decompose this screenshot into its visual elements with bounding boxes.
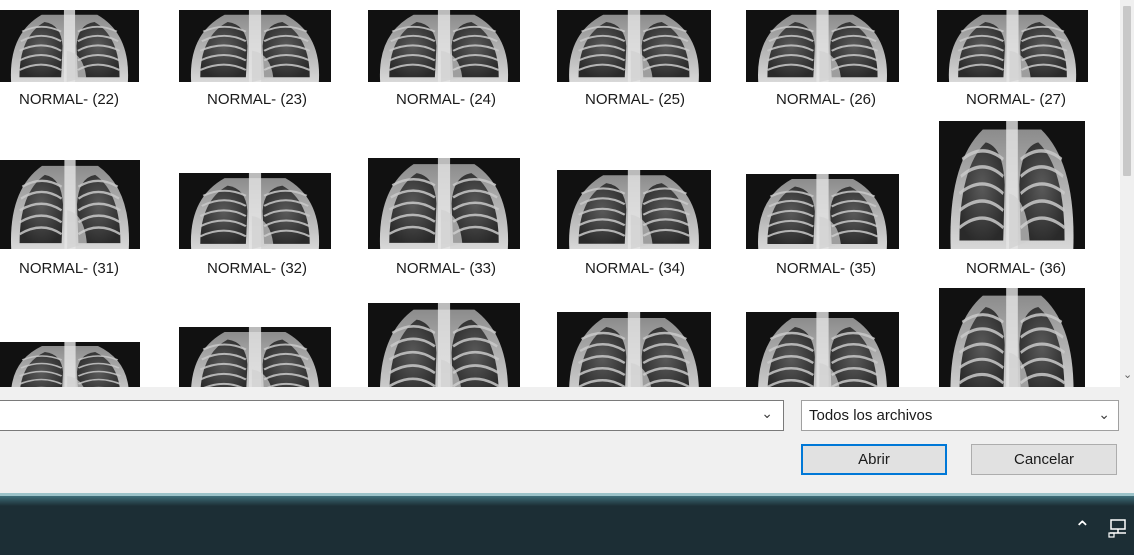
chevron-down-icon[interactable]: ⌄: [1098, 406, 1110, 423]
xray-thumbnail: [0, 10, 139, 82]
xray-thumbnail: [557, 10, 711, 82]
chevron-up-icon[interactable]: ⌃: [1074, 516, 1091, 541]
file-label: NORMAL- (33): [395, 260, 496, 277]
xray-thumbnail: [746, 174, 899, 249]
taskbar-edge: [0, 496, 1134, 506]
xray-thumbnail: [557, 170, 711, 249]
file-label: NORMAL- (32): [206, 260, 307, 277]
xray-thumbnail: [368, 158, 520, 249]
file-label: NORMAL- (26): [775, 91, 876, 108]
vertical-scrollbar[interactable]: [1120, 0, 1134, 387]
file-label: NORMAL- (31): [18, 260, 119, 277]
xray-thumbnail: [939, 121, 1085, 249]
scrollbar-thumb[interactable]: [1123, 6, 1131, 176]
file-label: NORMAL- (27): [965, 91, 1066, 108]
xray-thumbnail: [368, 10, 520, 82]
xray-thumbnail: [939, 288, 1085, 387]
scroll-down-arrow-icon[interactable]: ⌄: [1123, 368, 1132, 381]
xray-thumbnail: [368, 303, 520, 387]
file-label: NORMAL- (24): [395, 91, 496, 108]
xray-thumbnail: [937, 10, 1088, 82]
xray-thumbnail: [557, 312, 711, 387]
file-label: NORMAL- (35): [775, 260, 876, 277]
xray-thumbnail: [746, 10, 899, 82]
file-label: NORMAL- (22): [18, 91, 119, 108]
cancel-button[interactable]: Cancelar: [971, 444, 1117, 475]
filename-input[interactable]: [0, 401, 752, 430]
xray-thumbnail: [746, 312, 899, 387]
file-label: NORMAL- (25): [584, 91, 685, 108]
xray-thumbnail: [179, 173, 331, 249]
taskbar: ⌃: [0, 496, 1134, 555]
file-label: NORMAL- (36): [965, 260, 1066, 277]
open-button[interactable]: Abrir: [801, 444, 947, 475]
filename-combobox[interactable]: ⌄: [0, 400, 784, 431]
file-label: NORMAL- (23): [206, 91, 307, 108]
xray-thumbnail: [0, 160, 140, 249]
filetype-selected-label: Todos los archivos: [809, 407, 933, 424]
chevron-down-icon[interactable]: ⌄: [761, 405, 773, 422]
file-label: NORMAL- (34): [584, 260, 685, 277]
xray-thumbnail: [0, 342, 140, 387]
network-icon[interactable]: [1108, 518, 1128, 538]
filetype-select[interactable]: Todos los archivos ⌄: [801, 400, 1119, 431]
xray-thumbnail: [179, 327, 331, 387]
file-grid[interactable]: NORMAL- (22) NORMAL- (23) NORMAL- (24) N…: [0, 0, 1120, 387]
xray-thumbnail: [179, 10, 331, 82]
